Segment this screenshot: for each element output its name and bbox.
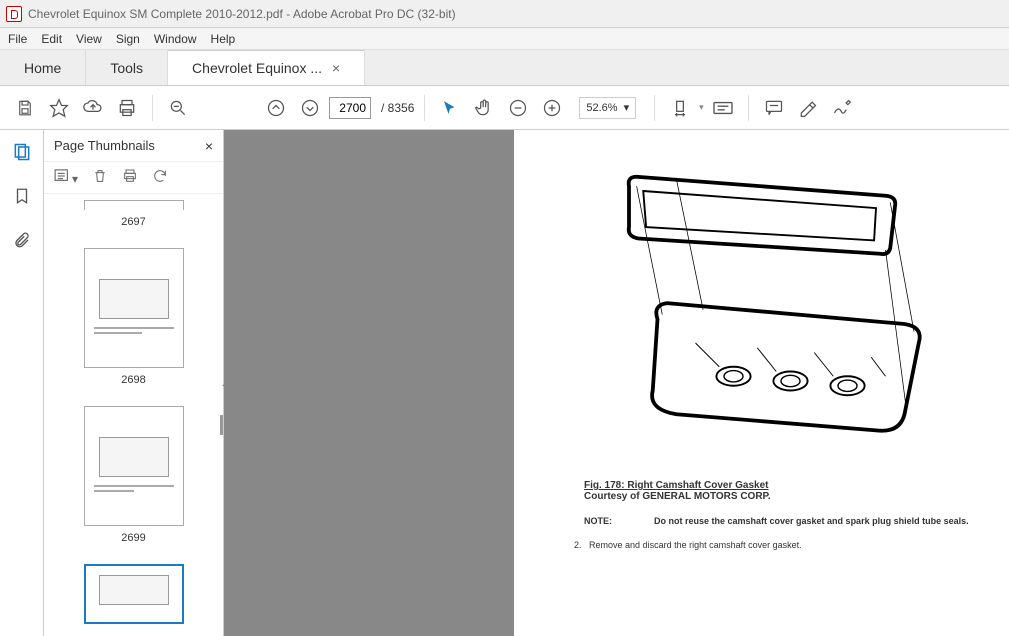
zoom-in-icon[interactable] — [537, 93, 567, 123]
page-total-label: / 8356 — [381, 101, 414, 115]
tabbar: Home Tools Chevrolet Equinox ... × — [0, 50, 1009, 86]
toolbar: / 8356 52.6% ▾ ▾ — [0, 86, 1009, 130]
menu-view[interactable]: View — [76, 32, 102, 46]
titlebar: Chevrolet Equinox SM Complete 2010-2012.… — [0, 0, 1009, 28]
procedure-step: 2. Remove and discard the right camshaft… — [574, 540, 979, 550]
sign-pen-icon[interactable] — [827, 93, 857, 123]
zoom-level-dropdown[interactable]: 52.6% ▾ — [579, 97, 636, 119]
zoom-out-icon[interactable] — [503, 93, 533, 123]
print-icon[interactable] — [112, 93, 142, 123]
figure-caption: Fig. 178: Right Camshaft Cover Gasket Co… — [584, 480, 979, 502]
rotate-icon[interactable] — [152, 168, 168, 187]
thumbnail-item[interactable]: 2697 — [64, 200, 203, 228]
fit-width-icon[interactable] — [665, 93, 695, 123]
tab-document-label: Chevrolet Equinox ... — [192, 60, 322, 76]
highlight-icon[interactable] — [793, 93, 823, 123]
page-up-icon[interactable] — [261, 93, 291, 123]
menu-file[interactable]: File — [8, 32, 27, 46]
thumbnail-label: 2699 — [64, 532, 203, 544]
thumbnails-list[interactable]: 2697 2698 2699 — [44, 194, 223, 636]
thumbs-print-icon[interactable] — [122, 168, 138, 187]
thumbnails-title: Page Thumbnails — [54, 138, 155, 153]
panel-resize-handle[interactable] — [220, 415, 223, 435]
left-rail — [0, 130, 44, 636]
attachment-rail-icon[interactable] — [10, 228, 34, 252]
page-down-icon[interactable] — [295, 93, 325, 123]
menu-window[interactable]: Window — [154, 32, 197, 46]
tab-home[interactable]: Home — [0, 50, 86, 85]
tab-close-icon[interactable]: × — [332, 60, 340, 76]
document-page: Fig. 178: Right Camshaft Cover Gasket Co… — [514, 130, 1009, 636]
bookmark-rail-icon[interactable] — [10, 184, 34, 208]
chevron-down-icon[interactable]: ▾ — [699, 102, 704, 113]
save-icon[interactable] — [10, 93, 40, 123]
tab-document[interactable]: Chevrolet Equinox ... × — [168, 50, 365, 85]
menubar: File Edit View Sign Window Help — [0, 28, 1009, 50]
window-title: Chevrolet Equinox SM Complete 2010-2012.… — [28, 7, 456, 21]
select-arrow-icon[interactable] — [435, 93, 465, 123]
thumbnails-panel: Page Thumbnails × ▾ 2697 2698 2699 — [44, 130, 224, 636]
zoom-value: 52.6% — [586, 102, 617, 114]
thumbs-options-icon[interactable]: ▾ — [54, 169, 78, 186]
thumbnail-item[interactable]: 2699 — [64, 406, 203, 544]
comment-icon[interactable] — [759, 93, 789, 123]
menu-sign[interactable]: Sign — [116, 32, 140, 46]
find-icon[interactable] — [163, 93, 193, 123]
read-mode-icon[interactable] — [708, 93, 738, 123]
cloud-share-icon[interactable] — [78, 93, 108, 123]
thumbnails-rail-icon[interactable] — [10, 140, 34, 164]
main-area: Page Thumbnails × ▾ 2697 2698 2699 — [0, 130, 1009, 636]
thumbnails-header: Page Thumbnails × — [44, 130, 223, 162]
thumbnail-label: 2697 — [64, 216, 203, 228]
tab-tools[interactable]: Tools — [86, 50, 168, 85]
close-panel-icon[interactable]: × — [205, 138, 213, 154]
figure-diagram — [572, 150, 952, 460]
menu-help[interactable]: Help — [211, 32, 236, 46]
figure-title: Fig. 178: Right Camshaft Cover Gasket — [584, 480, 979, 491]
thumbnail-label: 2698 — [64, 374, 203, 386]
thumbnail-item[interactable] — [64, 564, 203, 624]
chevron-down-icon: ▾ — [624, 101, 630, 114]
hand-pan-icon[interactable] — [469, 93, 499, 123]
document-viewport[interactable]: Fig. 178: Right Camshaft Cover Gasket Co… — [224, 130, 1009, 636]
note-text: Do not reuse the camshaft cover gasket a… — [654, 516, 969, 526]
thumbnails-toolbar: ▾ — [44, 162, 223, 194]
trash-icon[interactable] — [92, 168, 108, 187]
note-row: NOTE: Do not reuse the camshaft cover ga… — [584, 516, 979, 526]
page-number-input[interactable] — [329, 97, 371, 119]
thumbnail-item[interactable]: 2698 — [64, 248, 203, 386]
pdf-app-icon — [6, 6, 22, 22]
star-icon[interactable] — [44, 93, 74, 123]
figure-courtesy: Courtesy of GENERAL MOTORS CORP. — [584, 491, 979, 502]
menu-edit[interactable]: Edit — [41, 32, 62, 46]
note-label: NOTE: — [584, 516, 654, 526]
